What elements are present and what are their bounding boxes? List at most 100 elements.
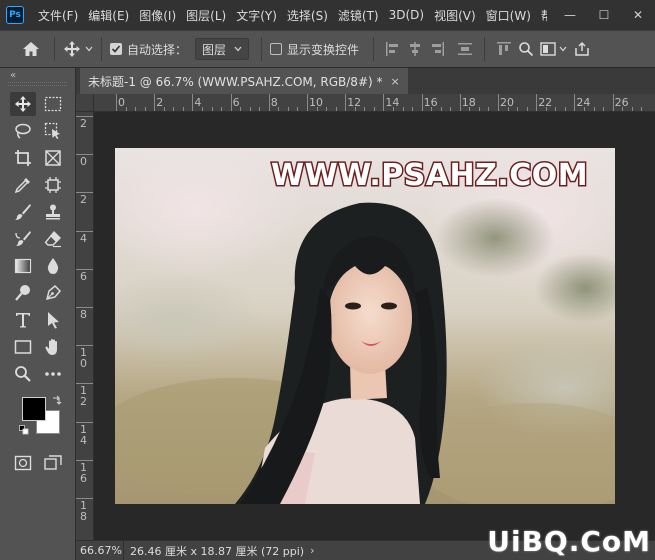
menu-file[interactable]: 文件(F) bbox=[38, 7, 78, 24]
search-button[interactable] bbox=[515, 38, 537, 60]
auto-select-target-dropdown[interactable]: 图层 bbox=[195, 38, 250, 60]
home-button[interactable] bbox=[16, 34, 46, 64]
ruler-tick bbox=[76, 307, 93, 308]
swap-colors-icon[interactable] bbox=[52, 395, 62, 405]
ruler-tick bbox=[76, 421, 93, 423]
maximize-button[interactable]: ☐ bbox=[587, 0, 621, 30]
type-tool[interactable] bbox=[10, 308, 36, 332]
separator bbox=[373, 37, 375, 61]
document-tab-bar: 未标题-1 @ 66.7% (WWW.PSAHZ.COM, RGB/8#) * … bbox=[76, 68, 655, 94]
tools-grip[interactable] bbox=[8, 82, 67, 86]
eyedropper-tool[interactable] bbox=[10, 173, 36, 197]
menu-view[interactable]: 视图(V) bbox=[434, 7, 476, 24]
crop-tool[interactable] bbox=[10, 146, 36, 170]
chevron-down-icon bbox=[559, 46, 567, 52]
ruler-tick bbox=[268, 94, 270, 111]
history-brush-tool[interactable] bbox=[10, 227, 36, 251]
frame-icon bbox=[45, 149, 61, 166]
eraser-tool[interactable] bbox=[40, 227, 66, 251]
canvas-text-layer[interactable]: WWW.PSAHZ.COM bbox=[269, 157, 589, 195]
screen-mode-button[interactable] bbox=[40, 451, 66, 475]
history-brush-icon bbox=[15, 230, 31, 246]
canvas-workspace[interactable]: WWW.PSAHZ.COM bbox=[94, 112, 655, 540]
ruler-tick-label: 2 bbox=[80, 193, 87, 207]
ruler-tick-label: 2 bbox=[80, 117, 87, 130]
move-tool-icon bbox=[64, 41, 80, 57]
object-selection-tool[interactable] bbox=[40, 119, 66, 143]
ruler-tick bbox=[307, 94, 308, 111]
menu-layer[interactable]: 图层(L) bbox=[186, 7, 226, 24]
move-tool-preset[interactable] bbox=[63, 40, 93, 58]
align-right-button[interactable] bbox=[426, 38, 448, 60]
menu-select[interactable]: 选择(S) bbox=[287, 7, 328, 24]
hand-tool[interactable] bbox=[40, 335, 66, 359]
foreground-color[interactable] bbox=[22, 397, 46, 421]
menu-3d[interactable]: 3D(D) bbox=[389, 8, 424, 22]
status-menu-arrow[interactable]: › bbox=[310, 544, 314, 557]
zoom-level-field[interactable]: 66.67% bbox=[76, 540, 124, 560]
quick-mask-icon bbox=[14, 455, 32, 470]
more-tools-button[interactable] bbox=[40, 362, 66, 386]
document-tab[interactable]: 未标题-1 @ 66.7% (WWW.PSAHZ.COM, RGB/8#) * … bbox=[80, 68, 408, 94]
ruler-tick-label: 6 bbox=[80, 269, 87, 283]
zoom-tool[interactable] bbox=[10, 362, 36, 386]
close-tab-button[interactable]: × bbox=[391, 75, 400, 88]
auto-select-checkbox[interactable] bbox=[110, 43, 122, 55]
share-button[interactable] bbox=[571, 38, 593, 60]
move-tool[interactable] bbox=[10, 91, 36, 116]
spot-healing-tool[interactable] bbox=[40, 173, 66, 197]
quick-mask-button[interactable] bbox=[10, 451, 36, 475]
align-left-button[interactable] bbox=[382, 38, 404, 60]
lasso-tool[interactable] bbox=[10, 119, 36, 143]
ruler-tick bbox=[76, 154, 93, 156]
ruler-tick bbox=[76, 268, 93, 270]
vertical-ruler[interactable]: 2 0 2 4 6 8 1 0 1 2 1 4 1 6 1 8 bbox=[76, 112, 94, 540]
workspace-button[interactable] bbox=[537, 38, 559, 60]
rectangle-tool[interactable] bbox=[10, 335, 36, 359]
menu-edit[interactable]: 编辑(E) bbox=[88, 7, 129, 24]
ruler-tick bbox=[76, 383, 93, 385]
ruler-tick bbox=[498, 94, 499, 111]
brush-tool[interactable] bbox=[10, 200, 36, 224]
more-icon bbox=[45, 371, 61, 376]
photo-image bbox=[115, 148, 615, 504]
pen-tool[interactable] bbox=[40, 281, 66, 305]
distribute-icon bbox=[458, 43, 473, 55]
align-top-button[interactable] bbox=[493, 38, 515, 60]
blur-tool[interactable] bbox=[40, 254, 66, 278]
ruler-tick-label: 0 bbox=[118, 96, 125, 109]
tools-collapse[interactable]: « bbox=[0, 68, 75, 82]
path-selection-tool[interactable] bbox=[40, 308, 66, 332]
ruler-tick bbox=[345, 94, 347, 111]
eyedropper-icon bbox=[14, 177, 30, 193]
close-button[interactable]: ✕ bbox=[621, 0, 655, 30]
menu-image[interactable]: 图像(I) bbox=[139, 7, 176, 24]
tools-panel: « bbox=[0, 68, 76, 560]
document-canvas[interactable]: WWW.PSAHZ.COM bbox=[115, 148, 615, 504]
minimize-button[interactable]: — bbox=[553, 0, 587, 30]
auto-select-target-value: 图层 bbox=[202, 42, 227, 57]
marquee-tool[interactable] bbox=[40, 92, 66, 116]
crop-icon bbox=[15, 149, 31, 166]
gradient-icon bbox=[14, 258, 32, 273]
menu-filter[interactable]: 滤镜(T) bbox=[338, 7, 379, 24]
gradient-tool[interactable] bbox=[10, 254, 36, 278]
frame-tool[interactable] bbox=[40, 146, 66, 170]
default-colors-icon[interactable] bbox=[19, 425, 29, 435]
zoom-icon bbox=[15, 365, 31, 382]
ruler-tick bbox=[76, 116, 93, 117]
ruler-tick-label: 1 6 bbox=[80, 460, 87, 485]
stamp-tool[interactable] bbox=[40, 200, 66, 224]
hand-icon bbox=[45, 338, 57, 355]
ruler-tick bbox=[192, 94, 194, 111]
distribute-button[interactable] bbox=[454, 38, 476, 60]
menu-type[interactable]: 文字(Y) bbox=[236, 7, 277, 24]
menu-window[interactable]: 窗口(W) bbox=[486, 7, 531, 24]
ruler-tick bbox=[76, 459, 93, 461]
horizontal-ruler[interactable]: 0 2 4 6 8 10 12 14 16 18 20 22 24 26 bbox=[94, 94, 655, 112]
ruler-origin[interactable] bbox=[76, 94, 94, 112]
dodge-tool[interactable] bbox=[10, 281, 36, 305]
show-transform-checkbox[interactable] bbox=[270, 43, 283, 55]
align-center-button[interactable] bbox=[404, 38, 426, 60]
ruler-tick-label: 8 bbox=[80, 308, 87, 321]
